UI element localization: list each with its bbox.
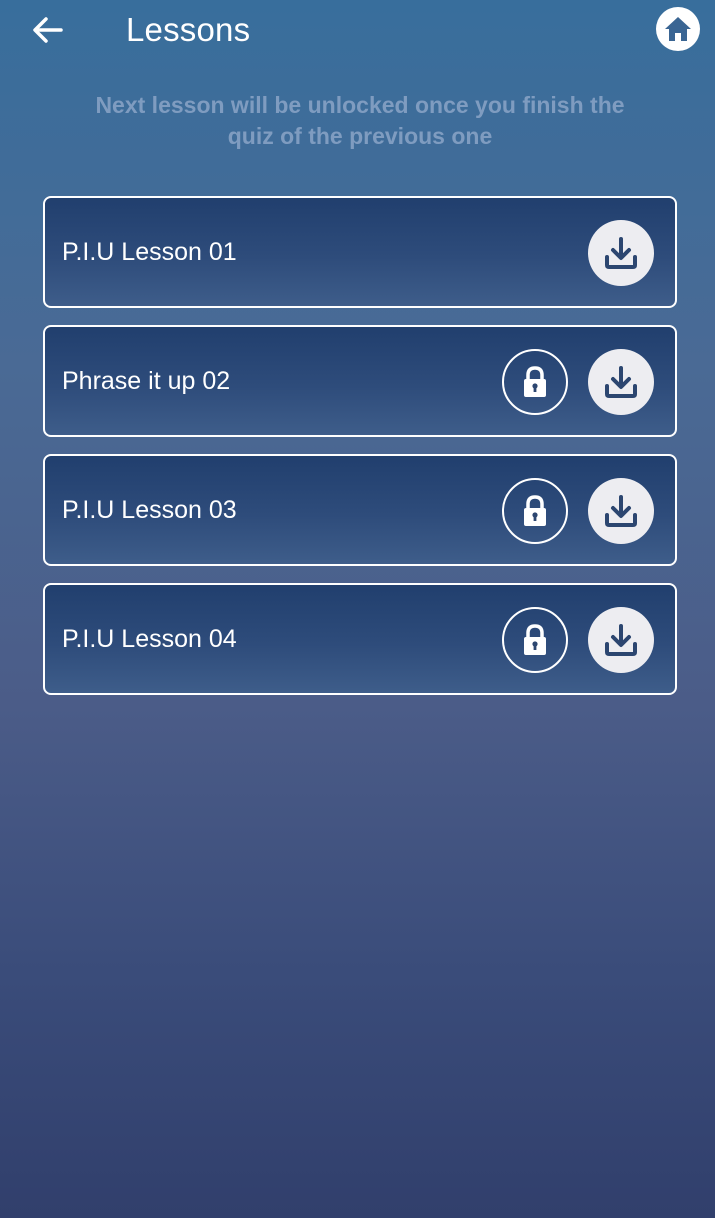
download-icon [605, 366, 637, 398]
lesson-label: P.I.U Lesson 04 [62, 625, 237, 653]
download-button[interactable] [588, 478, 654, 544]
page-title: Lessons [126, 11, 251, 48]
lesson-card-01[interactable]: P.I.U Lesson 01 [43, 196, 677, 308]
lesson-label: Phrase it up 02 [62, 367, 231, 395]
home-button[interactable] [656, 7, 700, 51]
download-button[interactable] [588, 349, 654, 415]
app-header: Lessons [0, 0, 715, 64]
home-icon [665, 17, 691, 41]
lesson-label: P.I.U Lesson 01 [62, 238, 237, 266]
lesson-card-04[interactable]: P.I.U Lesson 04 [43, 583, 677, 695]
download-icon [605, 624, 637, 656]
lock-icon [524, 624, 546, 655]
unlock-notice: Next lesson will be unlocked once you fi… [60, 90, 660, 152]
lock-icon [524, 495, 546, 526]
lesson-label: P.I.U Lesson 03 [62, 496, 237, 524]
lesson-card-02[interactable]: Phrase it up 02 [43, 325, 677, 437]
back-button[interactable] [28, 12, 68, 48]
lesson-list: P.I.U Lesson 01 Phrase it up 02 P.I.U Le… [43, 196, 677, 712]
download-icon [605, 237, 637, 269]
lock-icon [524, 366, 546, 397]
download-button[interactable] [588, 607, 654, 673]
lock-button[interactable] [502, 349, 568, 415]
download-icon [605, 495, 637, 527]
notice-line-2: quiz of the previous one [227, 123, 493, 149]
notice-line-1: Next lesson will be unlocked once you fi… [95, 92, 625, 118]
lock-button[interactable] [502, 607, 568, 673]
download-button[interactable] [588, 220, 654, 286]
lesson-card-03[interactable]: P.I.U Lesson 03 [43, 454, 677, 566]
arrow-left-icon [33, 17, 63, 43]
lock-button[interactable] [502, 478, 568, 544]
